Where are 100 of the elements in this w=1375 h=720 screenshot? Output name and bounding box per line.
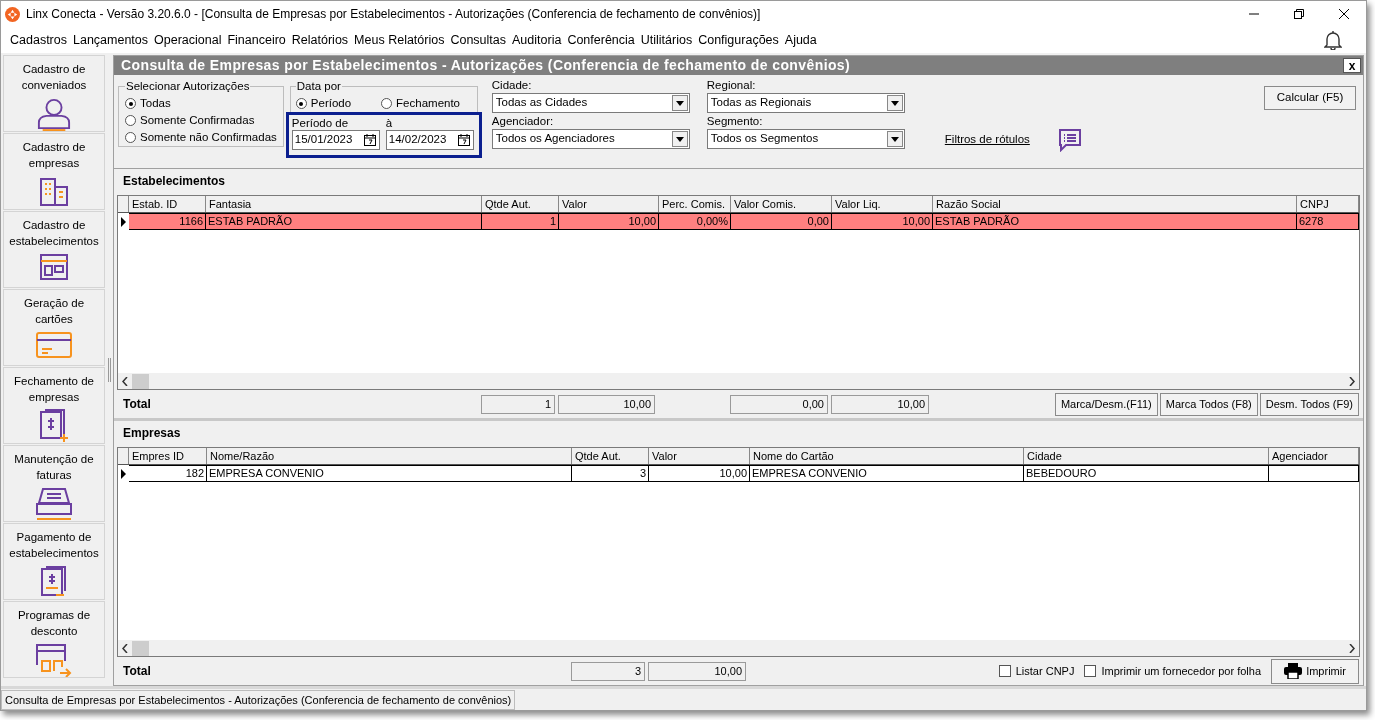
table-row[interactable]: 182 EMPRESA CONVENIO 3 10,00 EMPRESA CONVENIO BEBEDOURO — [118, 465, 1359, 482]
checkbox[interactable] — [1084, 665, 1097, 677]
dropdown[interactable]: Todas as Regionais — [706, 93, 905, 113]
column-header[interactable]: Valor — [559, 196, 659, 212]
action-button[interactable]: Desm. Todos (F9) — [1259, 392, 1359, 416]
table-cell: EMPRESA CONVENIO — [207, 465, 572, 482]
field-label: Segmento: — [706, 114, 764, 129]
radio-label: Fechamento — [396, 96, 461, 112]
column-header[interactable]: CNPJ — [1297, 196, 1359, 212]
total-label: Total — [122, 396, 152, 413]
table-cell: 0,00% — [659, 213, 731, 230]
table-cell: 10,00 — [559, 213, 659, 230]
calendar-icon[interactable] — [456, 133, 471, 147]
dropdown[interactable]: Todas as Cidades — [491, 93, 690, 113]
menu-item[interactable]: Configurações — [695, 30, 782, 50]
menu-item[interactable]: Consultas — [447, 30, 510, 50]
menu-item[interactable]: Ajuda — [781, 30, 820, 50]
total-field: 10,00 — [831, 394, 929, 414]
column-header[interactable]: Valor Liq. — [832, 196, 933, 212]
splitter-grip[interactable] — [107, 357, 111, 382]
radio-label: Somente não Confirmadas — [140, 130, 277, 146]
panel-title: Empresas — [122, 425, 182, 441]
radio-button[interactable] — [125, 132, 136, 144]
printer-icon — [1284, 663, 1303, 679]
radio-button[interactable] — [381, 98, 393, 110]
app-logo-icon — [5, 6, 20, 22]
menu-item[interactable]: Financeiro — [224, 30, 289, 50]
column-header[interactable]: Valor Comis. — [731, 196, 832, 212]
column-header[interactable]: Cidade — [1024, 448, 1269, 464]
dropdown[interactable]: Todos os Segmentos — [706, 129, 905, 149]
calculate-button[interactable]: Calcular (F5) — [1264, 86, 1356, 110]
column-header[interactable]: Qtde Aut. — [572, 448, 649, 464]
column-header[interactable]: Perc. Comis. — [659, 196, 731, 212]
date-field[interactable]: 14/02/2023 — [385, 130, 474, 150]
invoice-icon — [38, 409, 70, 443]
total-label: Total — [122, 663, 152, 680]
table-cell: EMPRESA CONVENIO — [750, 465, 1024, 482]
print-button[interactable]: Imprimir — [1271, 658, 1359, 684]
table-row[interactable]: 1166 ESTAB PADRÃO 1 10,00 0,00% 0,00 10,00 ESTAB PADRÃO 6278 — [118, 213, 1359, 230]
table-cell: ESTAB PADRÃO — [206, 213, 482, 230]
sidebar-shortcut[interactable]: Manutenção de faturas — [3, 445, 105, 522]
payment-document-icon — [40, 565, 68, 597]
scroll-thumb[interactable] — [132, 373, 149, 389]
radio-button[interactable] — [295, 98, 307, 110]
field-label: Cidade: — [491, 78, 533, 93]
sidebar-shortcut[interactable]: Geração de cartões — [3, 289, 105, 366]
scroll-right-icon[interactable] — [1349, 376, 1355, 386]
field-label: Agenciador: — [491, 114, 555, 129]
menu-item[interactable]: Meus Relatórios — [351, 30, 448, 50]
sidebar-shortcut[interactable]: Cadastro de estabelecimentos — [3, 211, 105, 288]
column-header[interactable]: Estab. ID — [129, 196, 206, 212]
total-field: 0,00 — [730, 394, 828, 414]
table-cell: 10,00 — [649, 465, 750, 482]
date-field[interactable]: 15/01/2023 — [291, 130, 380, 150]
menu-item[interactable]: Operacional — [151, 30, 225, 50]
filter-labels-link[interactable]: Filtros de rótulos — [944, 131, 1030, 149]
column-header[interactable]: Nome/Razão — [207, 448, 572, 464]
column-header[interactable]: Valor — [649, 448, 750, 464]
radio-button[interactable] — [125, 115, 136, 127]
panel-title: Estabelecimentos — [122, 173, 227, 189]
column-header[interactable]: Fantasia — [206, 196, 482, 212]
calendar-icon[interactable] — [362, 133, 377, 147]
list-comment-icon[interactable] — [1057, 128, 1082, 152]
scroll-right-icon[interactable] — [1349, 643, 1355, 653]
table-cell: 1 — [482, 213, 559, 230]
field-label: Período de — [291, 116, 350, 130]
column-header[interactable]: Qtde Aut. — [482, 196, 559, 212]
status-text: Consulta de Empresas por Estabelecimentos - Autorizações (Conferencia de fechamento de convênios) — [1, 689, 516, 710]
sidebar-shortcut[interactable]: Fechamento de empresas — [3, 367, 105, 444]
menu-item[interactable]: Cadastros — [7, 30, 70, 50]
scroll-left-icon[interactable] — [122, 376, 128, 386]
form-close-button[interactable]: x — [1343, 58, 1361, 73]
table-cell: 6278 — [1297, 213, 1359, 230]
checkbox[interactable] — [998, 665, 1011, 677]
menu-item[interactable]: Relatórios — [288, 30, 352, 50]
sidebar-shortcut[interactable]: Cadastro de conveniados — [3, 55, 105, 132]
scroll-left-icon[interactable] — [122, 643, 128, 653]
sidebar-shortcut[interactable]: Cadastro de empresas — [3, 133, 105, 210]
action-button[interactable]: Marca Todos (F8) — [1159, 392, 1258, 416]
menu-item[interactable]: Lançamentos — [70, 30, 152, 50]
column-header[interactable]: Empres ID — [129, 448, 207, 464]
notification-bell-icon[interactable] — [1324, 30, 1342, 50]
action-button[interactable]: Marca/Desm.(F11) — [1054, 392, 1158, 416]
table-cell: 0,00 — [731, 213, 832, 230]
group-title: Selecionar Autorizações — [125, 79, 251, 94]
table-cell: BEBEDOURO — [1024, 465, 1269, 482]
column-header[interactable]: Razão Social — [933, 196, 1297, 212]
radio-button[interactable] — [125, 98, 136, 110]
menu-item[interactable]: Conferência — [564, 30, 638, 50]
dropdown[interactable]: Todos os Agenciadores — [491, 129, 690, 149]
sidebar-shortcut[interactable]: Programas de desconto — [3, 601, 105, 678]
column-header[interactable]: Agenciador — [1269, 448, 1359, 464]
discount-window-icon — [34, 643, 74, 677]
sidebar-shortcut[interactable]: Pagamento de estabelecimentos — [3, 523, 105, 600]
scroll-thumb[interactable] — [132, 640, 149, 656]
column-header[interactable]: Nome do Cartão — [750, 448, 1024, 464]
menu-item[interactable]: Auditoria — [509, 30, 565, 50]
menu-item[interactable]: Utilitários — [637, 30, 696, 50]
total-field: 3 — [571, 661, 645, 681]
total-field: 10,00 — [648, 661, 746, 681]
